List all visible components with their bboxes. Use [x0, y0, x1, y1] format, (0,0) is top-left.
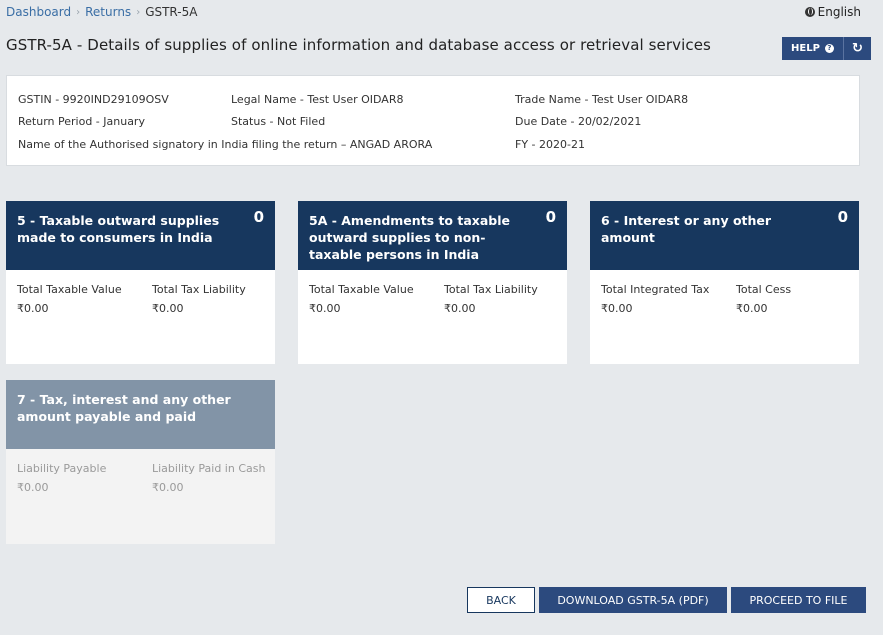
tile-count: 0: [545, 208, 556, 226]
breadcrumb-dashboard-link[interactable]: Dashboard: [6, 5, 71, 19]
tile-title: 5 - Taxable outward supplies made to con…: [17, 213, 220, 245]
status-text: Status - Not Filed: [231, 115, 326, 128]
tile-value: ₹0.00: [309, 302, 341, 315]
download-pdf-button[interactable]: DOWNLOAD GSTR-5A (PDF): [539, 587, 727, 613]
tile-value: ₹0.00: [152, 481, 184, 494]
tile-table-7: 7 - Tax, interest and any other amount p…: [6, 380, 275, 544]
breadcrumb-separator-icon: ›: [136, 6, 141, 18]
question-icon: ?: [824, 44, 834, 53]
tile-label: Total Cess: [736, 283, 792, 296]
help-button[interactable]: HELP ?: [782, 37, 843, 60]
tile-header[interactable]: 5 - Taxable outward supplies made to con…: [6, 201, 275, 270]
gstin-text: GSTIN - 9920IND29109OSV: [18, 93, 169, 106]
tile-body: Liability Payable ₹0.00 Liability Paid i…: [6, 449, 275, 544]
trade-name-text: Trade Name - Test User OIDAR8: [515, 93, 689, 106]
tile-body: Total Taxable Value ₹0.00 Total Tax Liab…: [6, 270, 275, 364]
tile-header: 7 - Tax, interest and any other amount p…: [6, 380, 275, 449]
tile-body: Total Integrated Tax ₹0.00 Total Cess ₹0…: [590, 270, 859, 364]
tile-label: Total Taxable Value: [17, 283, 122, 296]
page-title: GSTR-5A - Details of supplies of online …: [6, 36, 711, 54]
globe-icon: [804, 7, 815, 17]
tile-table-5a[interactable]: 5A - Amendments to taxable outward suppl…: [298, 201, 567, 364]
tile-count: 0: [837, 208, 848, 226]
breadcrumb: Dashboard › Returns › GSTR-5A: [6, 5, 197, 19]
tile-table-6[interactable]: 6 - Interest or any other amount 0 Total…: [590, 201, 859, 364]
return-period-text: Return Period - January: [18, 115, 145, 128]
tile-value: ₹0.00: [601, 302, 633, 315]
tile-label: Liability Payable: [17, 462, 107, 475]
tile-label: Total Taxable Value: [309, 283, 414, 296]
tile-value: ₹0.00: [736, 302, 768, 315]
breadcrumb-separator-icon: ›: [76, 6, 81, 18]
tile-count: 0: [253, 208, 264, 226]
return-info-panel: GSTIN - 9920IND29109OSV Legal Name - Tes…: [6, 75, 860, 166]
breadcrumb-returns-link[interactable]: Returns: [85, 5, 131, 19]
fy-text: FY - 2020-21: [515, 138, 585, 151]
tile-value: ₹0.00: [444, 302, 476, 315]
tile-label: Total Tax Liability: [152, 283, 246, 296]
breadcrumb-current: GSTR-5A: [145, 5, 198, 19]
tile-header[interactable]: 6 - Interest or any other amount 0: [590, 201, 859, 270]
tile-header[interactable]: 5A - Amendments to taxable outward suppl…: [298, 201, 567, 270]
tile-value: ₹0.00: [152, 302, 184, 315]
tile-label: Total Tax Liability: [444, 283, 538, 296]
refresh-button[interactable]: ↻: [842, 37, 871, 60]
legal-name-text: Legal Name - Test User OIDAR8: [231, 93, 404, 106]
proceed-to-file-button[interactable]: PROCEED TO FILE: [731, 587, 866, 613]
tile-label: Liability Paid in Cash: [152, 462, 266, 475]
help-label: HELP: [791, 43, 820, 54]
tile-value: ₹0.00: [17, 481, 49, 494]
tile-value: ₹0.00: [17, 302, 49, 315]
tile-label: Total Integrated Tax: [601, 283, 710, 296]
due-date-text: Due Date - 20/02/2021: [515, 115, 642, 128]
tile-table-5[interactable]: 5 - Taxable outward supplies made to con…: [6, 201, 275, 364]
language-label: English: [817, 5, 861, 19]
tile-title: 7 - Tax, interest and any other amount p…: [17, 392, 231, 424]
language-selector[interactable]: English: [804, 5, 861, 19]
tile-title: 5A - Amendments to taxable outward suppl…: [309, 213, 510, 262]
back-button[interactable]: BACK: [467, 587, 535, 613]
tile-body: Total Taxable Value ₹0.00 Total Tax Liab…: [298, 270, 567, 364]
refresh-icon: ↻: [851, 41, 863, 56]
signatory-text: Name of the Authorised signatory in Indi…: [18, 138, 433, 151]
tile-title: 6 - Interest or any other amount: [601, 213, 772, 245]
help-toolbar: HELP ? ↻: [782, 37, 871, 60]
